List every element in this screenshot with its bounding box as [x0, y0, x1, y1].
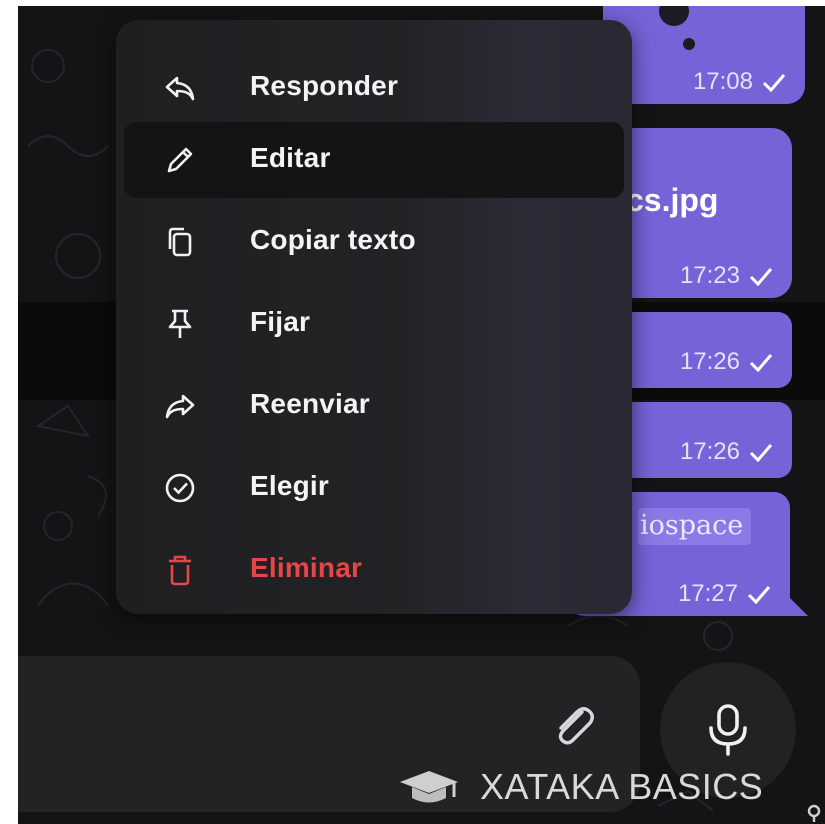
message-time: 17:26: [680, 438, 774, 466]
message-time-text: 17:27: [677, 580, 738, 607]
message-time: 17:23: [680, 262, 774, 290]
message-context-menu: Responder Editar Copiar texto Fijar Reen…: [116, 20, 632, 614]
check-icon: [747, 586, 771, 605]
message-time: 17:26: [680, 348, 774, 376]
menu-item-reenviar[interactable]: Reenviar: [124, 368, 624, 444]
chat-screen: 17:08 cs.jpg 17:23 17:26 17:26 iospace 1…: [18, 6, 825, 824]
copy-icon: [168, 227, 192, 257]
menu-item-eliminar[interactable]: Eliminar: [124, 532, 624, 608]
check-circle-icon: [165, 473, 195, 503]
message-time-text: 17:26: [679, 348, 740, 375]
menu-item-label: Fijar: [250, 306, 311, 337]
pencil-icon: [167, 147, 193, 173]
graduation-cap-icon: [400, 771, 458, 803]
watermark: XATAKA BASICS: [396, 762, 763, 812]
menu-item-fijar[interactable]: Fijar: [124, 286, 624, 362]
paperclip-icon[interactable]: [548, 700, 600, 752]
microphone-icon: [709, 704, 747, 756]
bubble-tail: [788, 596, 808, 616]
menu-item-label: Copiar texto: [250, 224, 416, 255]
check-icon: [762, 74, 786, 93]
menu-item-copiar-texto[interactable]: Copiar texto: [124, 204, 624, 280]
menu-item-editar[interactable]: Editar: [124, 122, 624, 198]
check-icon: [749, 444, 773, 463]
menu-item-elegir[interactable]: Elegir: [124, 450, 624, 526]
pin-icon: [168, 309, 192, 338]
message-time: 17:27: [678, 580, 772, 608]
code-text: iospace: [638, 508, 752, 545]
watermark-text: XATAKA BASICS: [480, 766, 764, 807]
reply-icon: [165, 76, 195, 101]
location-pin-icon: [807, 804, 821, 822]
message-time-text: 17:08: [692, 68, 753, 95]
check-icon: [749, 268, 773, 287]
message-bubble[interactable]: 17:08: [603, 6, 805, 104]
trash-icon: [169, 555, 191, 586]
image-dot: [659, 6, 689, 26]
menu-item-label: Reenviar: [250, 388, 370, 419]
menu-item-label: Eliminar: [250, 552, 363, 583]
menu-item-label: Responder: [250, 70, 399, 101]
forward-icon: [165, 394, 195, 419]
menu-item-responder[interactable]: Responder: [124, 50, 624, 126]
file-name: cs.jpg: [626, 182, 719, 218]
message-time: 17:08: [693, 68, 787, 96]
message-time-text: 17:23: [679, 262, 740, 289]
check-icon: [749, 354, 773, 373]
image-dot: [683, 38, 695, 50]
menu-item-label: Editar: [250, 142, 331, 173]
menu-item-label: Elegir: [250, 470, 330, 501]
message-time-text: 17:26: [679, 438, 740, 465]
